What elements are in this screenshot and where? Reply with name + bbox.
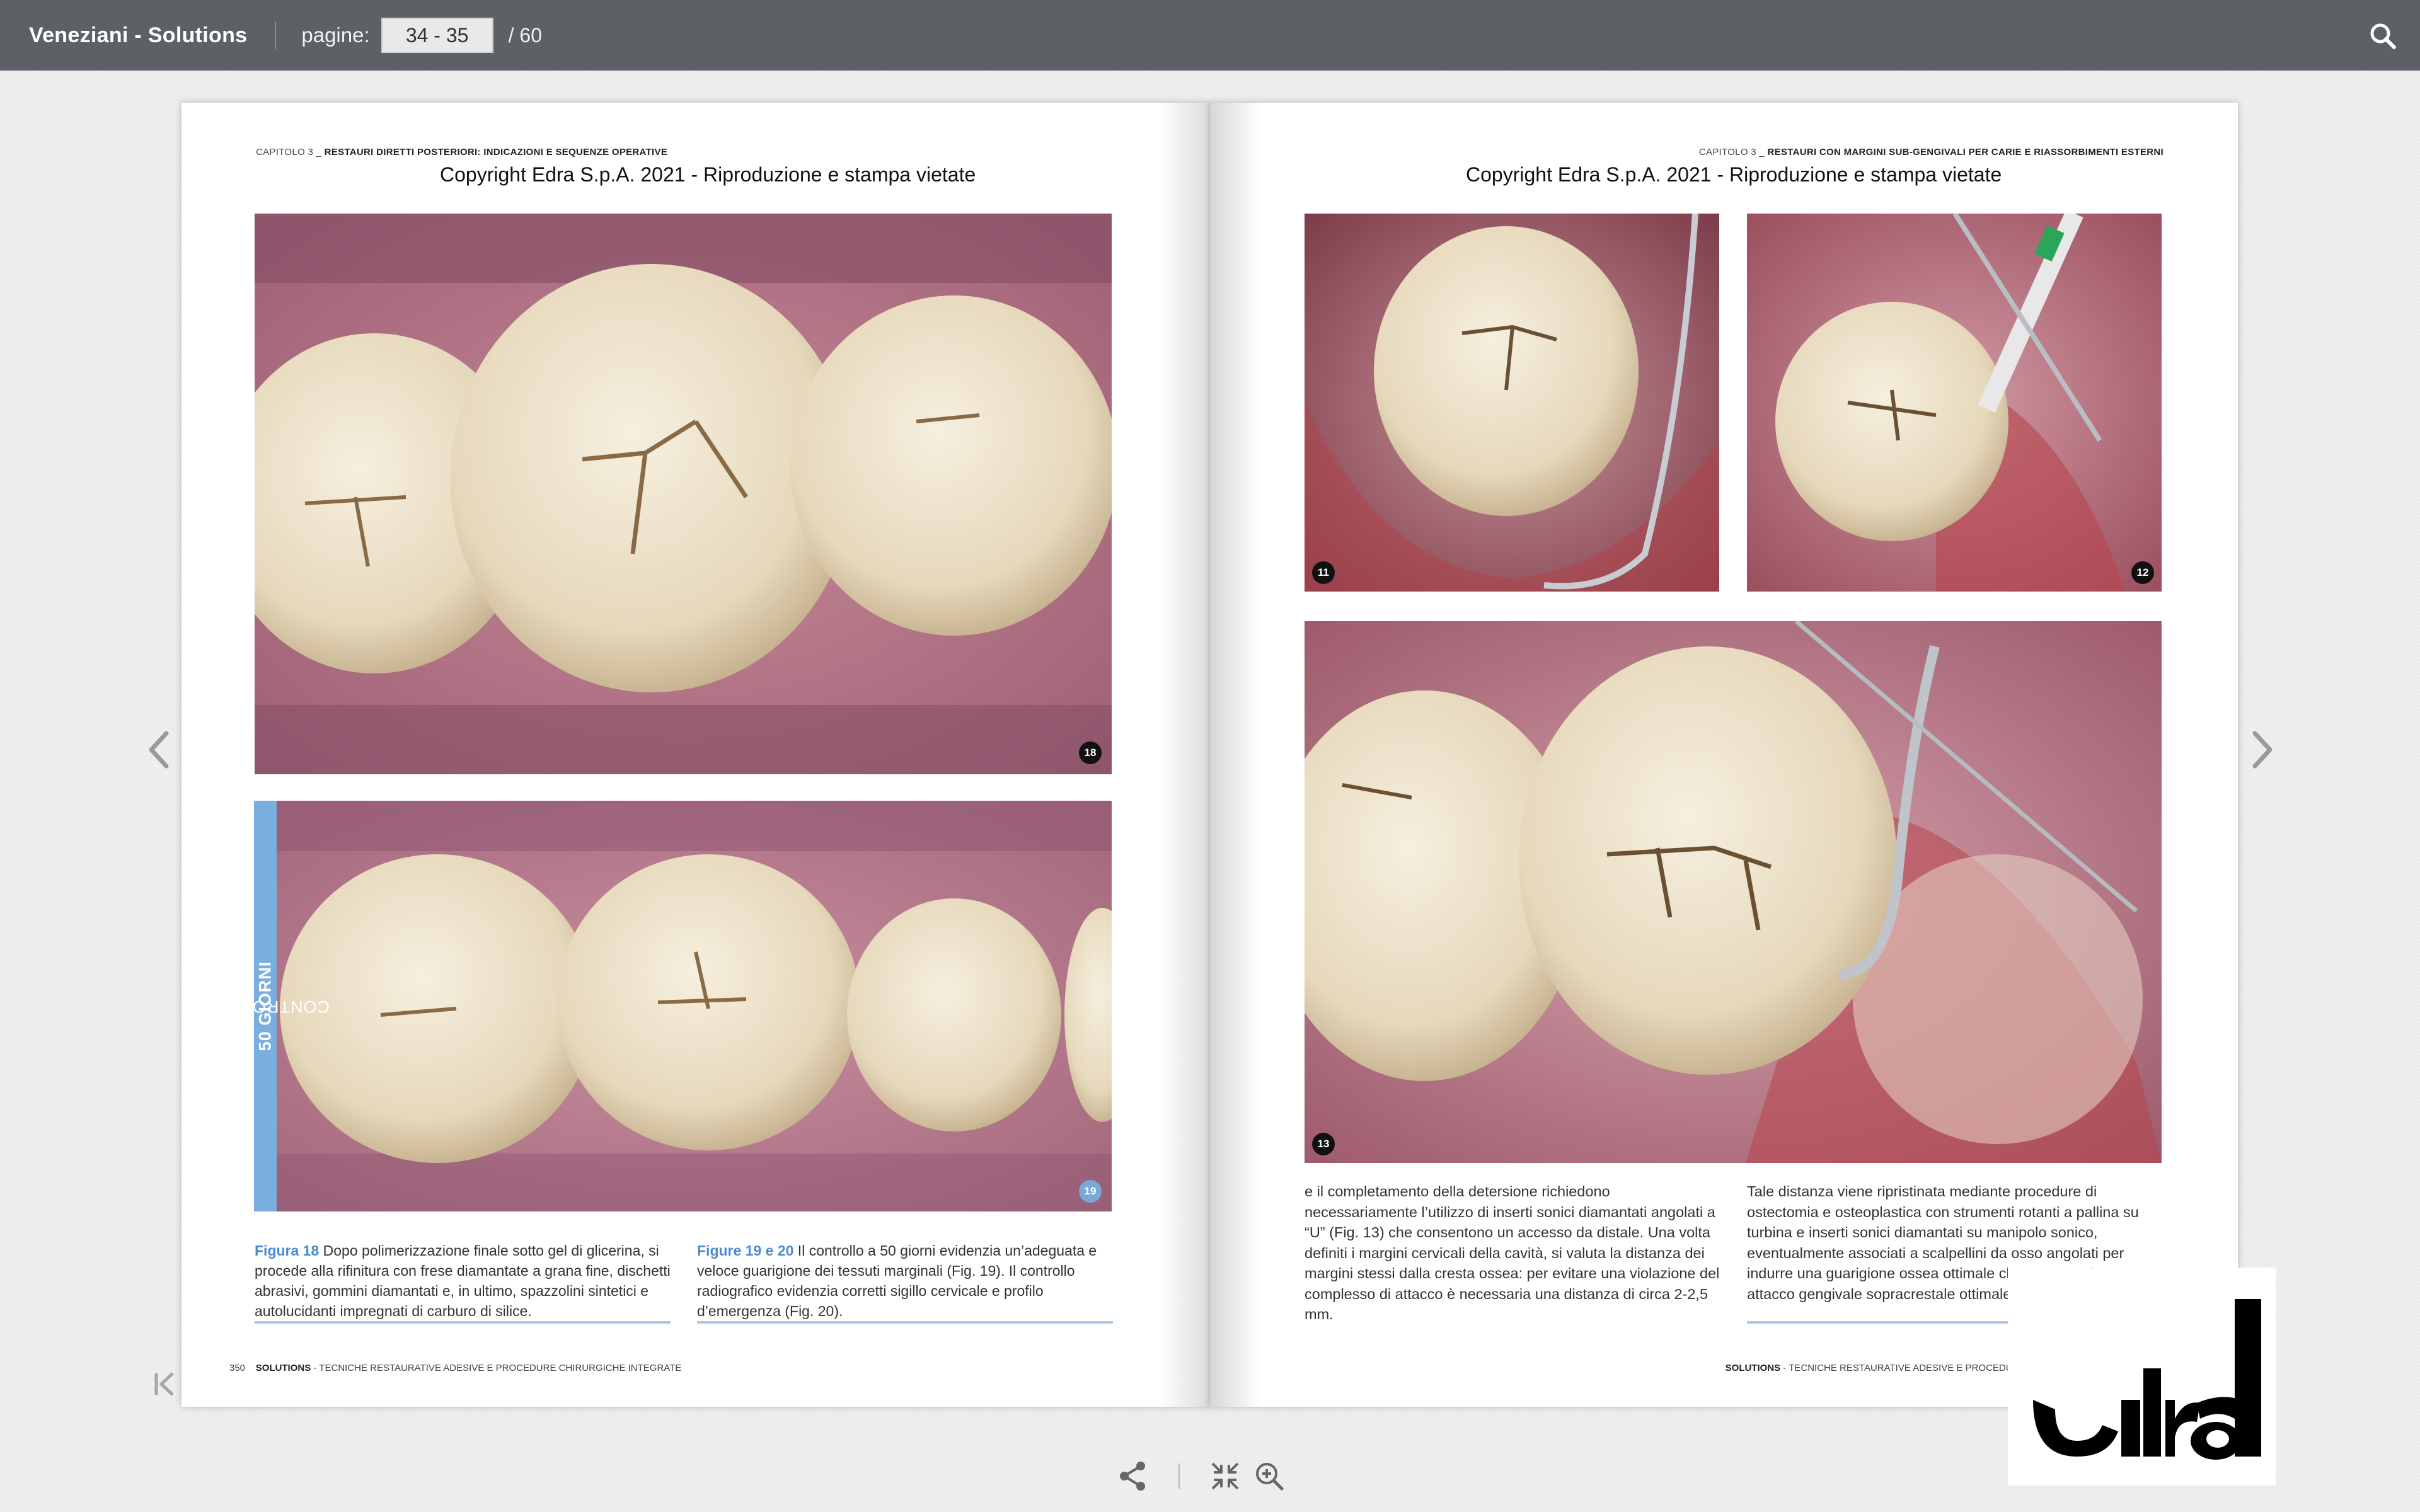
first-page-icon[interactable] (151, 1368, 176, 1400)
app-title: Veneziani - Solutions (29, 23, 248, 47)
caption-rule (255, 1321, 671, 1324)
page-footer: 350 SOLUTIONS - TECNICHE RESTAURATIVE AD… (229, 1363, 681, 1373)
figure-number-badge: 13 (1312, 1133, 1335, 1155)
bottom-divider (1178, 1463, 1180, 1489)
footer-title: - TECNICHE RESTAURATIVE ADESIVE E PROCED… (311, 1363, 682, 1373)
right-page: CAPITOLO 3 _ RESTAURI CON MARGINI SUB-GE… (1210, 103, 2238, 1407)
toolbar-divider (275, 21, 277, 49)
side-tab-text: CONTROLLO A (201, 997, 330, 1016)
caption-lead: Figura 18 (255, 1242, 320, 1259)
running-head: CAPITOLO 3 _ RESTAURI DIRETTI POSTERIORI… (256, 147, 667, 158)
figure-11-photo: 11 (1305, 214, 1719, 592)
page-range-input[interactable] (381, 18, 493, 53)
left-gutter-shadow (1160, 103, 1210, 1407)
figure-number-badge: 19 (1079, 1180, 1102, 1203)
caption-lead: Figure 19 e 20 (697, 1242, 794, 1259)
caption-rule (697, 1321, 1113, 1324)
running-head-prefix: CAPITOLO 3 _ (1698, 147, 1768, 158)
top-toolbar: Veneziani - Solutions pagine: / 60 (0, 0, 2420, 71)
share-icon[interactable] (1115, 1458, 1151, 1494)
page-number: 350 (229, 1363, 246, 1373)
running-head-title: RESTAURI CON MARGINI SUB-GENGIVALI PER C… (1767, 147, 2164, 158)
copyright-notice: Copyright Edra S.p.A. 2021 - Riproduzion… (1466, 163, 2002, 186)
copyright-notice: Copyright Edra S.p.A. 2021 - Riproduzion… (440, 163, 976, 186)
left-page: CAPITOLO 3 _ RESTAURI DIRETTI POSTERIORI… (182, 103, 1210, 1407)
publisher-logo (2008, 1268, 2276, 1486)
running-head: CAPITOLO 3 _ RESTAURI CON MARGINI SUB-GE… (1699, 147, 2164, 158)
right-gutter-shadow (1210, 103, 1260, 1407)
figure-number-badge: 11 (1312, 561, 1335, 584)
figure-number-badge: 12 (2131, 561, 2154, 584)
caption-figures-19-20: Figure 19 e 20 Il controllo a 50 giorni … (697, 1240, 1113, 1321)
pages-label: pagine: (301, 23, 370, 47)
figure-13-photo: 13 (1305, 621, 2162, 1163)
running-head-title: RESTAURI DIRETTI POSTERIORI: INDICAZIONI… (324, 147, 668, 158)
footer-series: SOLUTIONS (1725, 1363, 1781, 1373)
zoom-in-icon[interactable] (1252, 1458, 1287, 1494)
body-text-column-1: e il completamento della detersione rich… (1305, 1183, 1720, 1322)
book-spread: CAPITOLO 3 _ RESTAURI DIRETTI POSTERIORI… (182, 103, 2238, 1407)
running-head-prefix: CAPITOLO 3 _ (256, 147, 325, 158)
chevron-right-icon[interactable] (2244, 724, 2281, 775)
search-icon[interactable] (2368, 21, 2397, 50)
side-tab-label: CONTROLLO A 50 GIORNI (201, 801, 330, 1211)
figure-18-photo: 18 (255, 214, 1112, 774)
footer-series: SOLUTIONS (255, 1363, 311, 1373)
exit-fullscreen-icon[interactable] (1207, 1458, 1243, 1494)
bottom-controls (1115, 1457, 1287, 1495)
figure-number-badge: 18 (1079, 742, 1102, 764)
figure-12-photo: 12 (1747, 214, 2162, 592)
caption-figure-18: Figura 18 Dopo polimerizzazione finale s… (255, 1240, 671, 1321)
page-total: / 60 (508, 23, 542, 47)
chevron-left-icon[interactable] (140, 724, 178, 775)
figure-19-photo: 19 (255, 801, 1112, 1211)
